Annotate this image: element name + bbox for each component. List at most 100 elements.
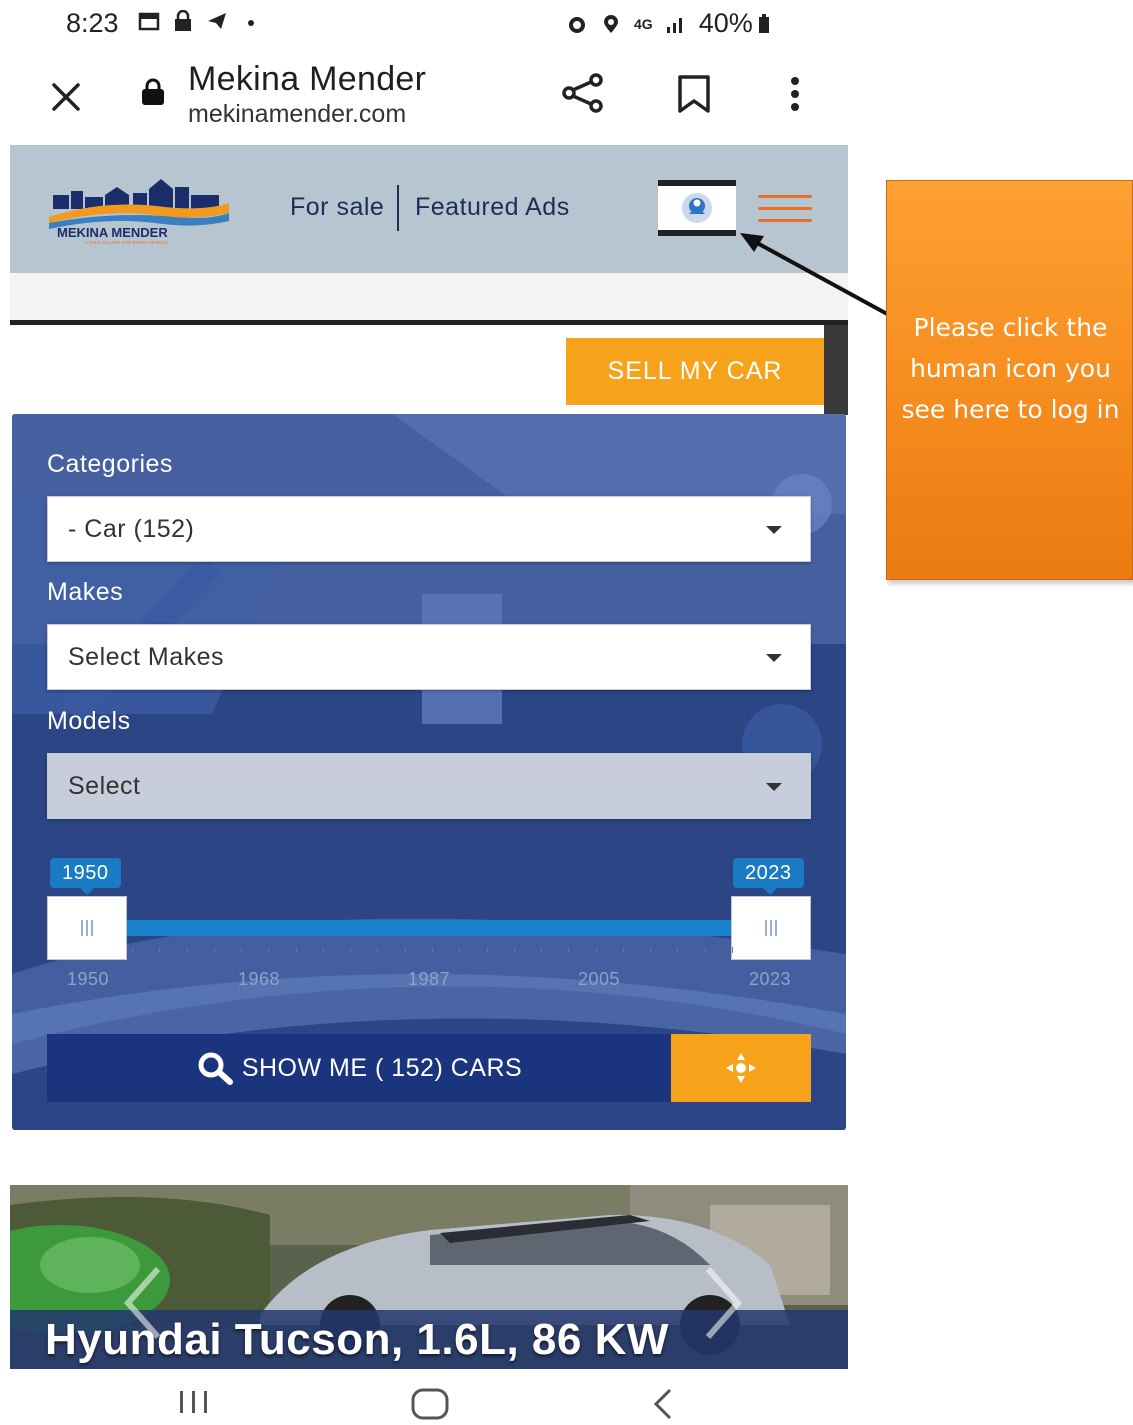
year-scale-tick	[513, 947, 515, 953]
logo-text: MEKINA MENDER	[57, 225, 168, 240]
year-min-tooltip-arrow	[80, 888, 94, 895]
lock-icon	[142, 78, 164, 105]
categories-value: - Car (152)	[68, 514, 195, 543]
year-scale-tick	[241, 947, 243, 953]
year-min-tooltip: 1950	[50, 858, 121, 888]
sell-my-car-button[interactable]: SELL MY CAR	[566, 338, 824, 405]
year-scale-tick	[213, 947, 215, 953]
grip-icon	[765, 920, 777, 936]
site-menu-hamburger-icon[interactable]	[758, 195, 812, 225]
divider-line	[10, 320, 848, 325]
crosshair-icon	[726, 1053, 756, 1083]
year-scale-tick	[322, 947, 324, 953]
year-scale-tick	[186, 947, 188, 953]
lock-status-icon	[175, 10, 191, 31]
year-scale-tick	[595, 947, 597, 953]
network-type: 4G	[634, 15, 653, 32]
show-cars-button[interactable]: SHOW ME ( 152) CARS	[47, 1034, 671, 1102]
year-scale-tick	[677, 947, 679, 953]
close-icon[interactable]	[46, 77, 86, 117]
year-scale-tick	[159, 947, 161, 953]
year-scale-tick	[350, 947, 352, 953]
mekina-mender-logo[interactable]: MEKINA MENDER A SALE VILLAGE FOR EVERY V…	[45, 173, 231, 245]
status-time: 8:23	[66, 8, 119, 38]
year-scale-label: 2023	[749, 969, 792, 989]
year-scale-tick	[404, 947, 406, 953]
year-range-track[interactable]	[122, 920, 740, 936]
models-placeholder: Select	[68, 771, 141, 800]
telegram-icon	[208, 13, 226, 29]
recent-apps-icon[interactable]	[176, 1387, 212, 1417]
callout-text: Please click the human icon you see here…	[901, 313, 1120, 424]
more-options-icon[interactable]	[780, 74, 810, 114]
system-navigation-bar	[0, 1369, 848, 1425]
battery-percent: 40%	[698, 8, 753, 38]
locate-me-button[interactable]	[671, 1034, 811, 1102]
header-strip	[10, 273, 848, 321]
chevron-down-icon	[766, 654, 782, 662]
status-left-icons	[138, 10, 262, 32]
chevron-down-icon	[766, 526, 782, 534]
featured-listing-banner[interactable]: Hyundai Tucson, 1.6L, 86 KW	[10, 1185, 848, 1369]
browser-toolbar: Mekina Mender mekinamender.com	[0, 50, 848, 145]
year-scale-tick	[622, 947, 624, 953]
makes-select[interactable]: Select Makes	[47, 624, 811, 690]
makes-placeholder: Select Makes	[68, 642, 225, 671]
browser-page-title: Mekina Mender	[188, 60, 427, 98]
categories-label: Categories	[47, 450, 173, 478]
chevron-down-icon	[766, 783, 782, 791]
car-search-panel: Categories - Car (152) Makes Select Make…	[12, 414, 846, 1130]
listing-title[interactable]: Hyundai Tucson, 1.6L, 86 KW	[45, 1315, 669, 1365]
back-icon[interactable]	[650, 1387, 676, 1421]
decor-block	[824, 325, 848, 415]
calendar-icon	[138, 12, 160, 31]
dot-icon	[248, 20, 254, 26]
year-scale-label: 1968	[238, 969, 281, 989]
show-cars-label: SHOW ME ( 152) CARS	[241, 1053, 523, 1082]
year-scale-tick	[486, 947, 488, 953]
human-user-icon	[682, 193, 712, 223]
user-login-button[interactable]	[658, 180, 736, 236]
year-scale-label: 1987	[408, 969, 451, 989]
year-max-slider-handle[interactable]	[731, 896, 811, 960]
chevron-right-icon[interactable]	[700, 1263, 746, 1343]
signal-icon	[666, 17, 682, 33]
year-scale-tick	[268, 947, 270, 953]
home-icon[interactable]	[410, 1387, 450, 1421]
year-scale-tick	[650, 947, 652, 953]
year-scale-tick	[568, 947, 570, 953]
grip-icon	[81, 920, 93, 936]
share-icon[interactable]	[560, 72, 606, 114]
year-scale-label: 2005	[578, 969, 621, 989]
bookmark-icon[interactable]	[676, 74, 712, 114]
year-scale-tick	[377, 947, 379, 953]
year-scale-tick	[295, 947, 297, 953]
year-scale-tick	[732, 947, 733, 953]
year-min-slider-handle[interactable]	[47, 896, 127, 960]
year-max-tooltip: 2023	[733, 858, 804, 888]
year-scale-tick	[704, 947, 706, 953]
year-scale-tick	[459, 947, 461, 953]
categories-select[interactable]: - Car (152)	[47, 496, 811, 562]
models-label: Models	[47, 707, 131, 735]
status-bar: 8:23 4G 40%	[0, 0, 848, 50]
alarm-icon	[569, 16, 585, 33]
nav-link-featured-ads[interactable]: Featured Ads	[415, 193, 570, 222]
year-scale-label: 1950	[67, 969, 110, 989]
battery-icon	[758, 13, 769, 33]
status-right: 4G 40%	[566, 8, 775, 39]
year-scale-tick	[541, 947, 543, 953]
site-header: MEKINA MENDER A SALE VILLAGE FOR EVERY V…	[10, 145, 848, 273]
year-scale-tick	[132, 947, 133, 953]
nav-divider	[397, 185, 399, 231]
year-max-tooltip-arrow	[763, 888, 777, 895]
makes-label: Makes	[47, 578, 124, 606]
logo-tagline: A SALE VILLAGE FOR EVERY VEHICLE	[85, 240, 168, 245]
nav-link-for-sale[interactable]: For sale	[290, 193, 384, 222]
search-icon	[198, 1052, 233, 1085]
browser-url[interactable]: mekinamender.com	[188, 100, 406, 129]
login-hint-callout: Please click the human icon you see here…	[886, 180, 1133, 580]
models-select[interactable]: Select	[47, 753, 811, 819]
location-icon	[604, 14, 618, 33]
year-scale-tick	[432, 947, 433, 953]
